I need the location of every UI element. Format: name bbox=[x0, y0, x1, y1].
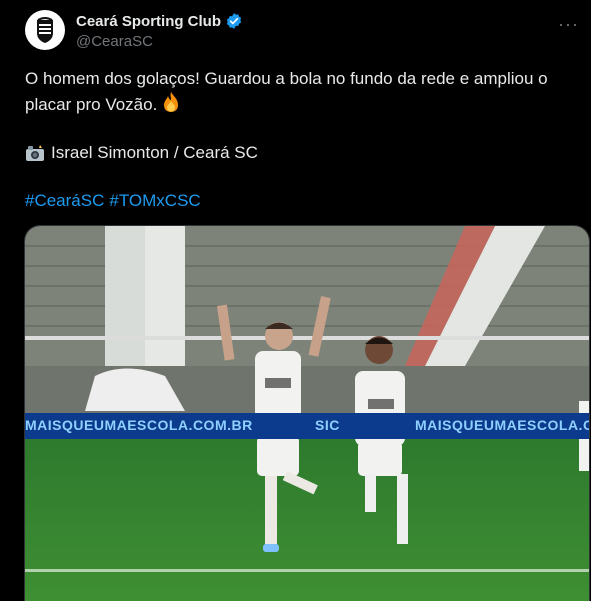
board-left-text: MAISQUEUMAESCOLA.COM.BR bbox=[25, 417, 253, 433]
account-names: Ceará Sporting Club @CearaSC bbox=[76, 12, 243, 50]
hashtags: #CearáSC #TOMxCSC bbox=[25, 188, 206, 213]
hashtag-link-ceara[interactable]: #CearáSC bbox=[25, 191, 104, 210]
more-options-icon[interactable]: ··· bbox=[558, 14, 579, 35]
tweet-text-line-2: placar pro Vozão. bbox=[25, 95, 158, 114]
tweet-text: O homem dos golaços! Guardou a bola no f… bbox=[25, 66, 570, 120]
display-name-row[interactable]: Ceará Sporting Club bbox=[76, 12, 243, 30]
account-handle[interactable]: @CearaSC bbox=[76, 33, 243, 50]
board-mid-text: SIC bbox=[315, 417, 340, 433]
ceara-crest-icon bbox=[29, 14, 61, 46]
display-name[interactable]: Ceará Sporting Club bbox=[76, 13, 221, 30]
tweet-photo[interactable]: MAISQUEUMAESCOLA.COM.BR SIC MAISQUEUMAES… bbox=[24, 225, 590, 601]
photo-credit-text: Israel Simonton / Ceará SC bbox=[51, 143, 258, 162]
avatar[interactable] bbox=[25, 10, 65, 50]
fire-icon bbox=[161, 91, 181, 120]
board-right-text: MAISQUEUMAESCOLA.COM bbox=[415, 417, 589, 433]
tweet-text-line-1: O homem dos golaços! Guardou a bola no f… bbox=[25, 69, 548, 88]
advertising-board: MAISQUEUMAESCOLA.COM.BR SIC MAISQUEUMAES… bbox=[25, 413, 589, 439]
hashtag-link-tomxcsc[interactable]: #TOMxCSC bbox=[109, 191, 200, 210]
tweet-header: Ceará Sporting Club @CearaSC ··· bbox=[25, 10, 579, 54]
camera-flash-icon bbox=[25, 144, 45, 162]
photo-credit: Israel Simonton / Ceará SC bbox=[25, 140, 258, 165]
verified-badge-icon bbox=[225, 12, 243, 30]
